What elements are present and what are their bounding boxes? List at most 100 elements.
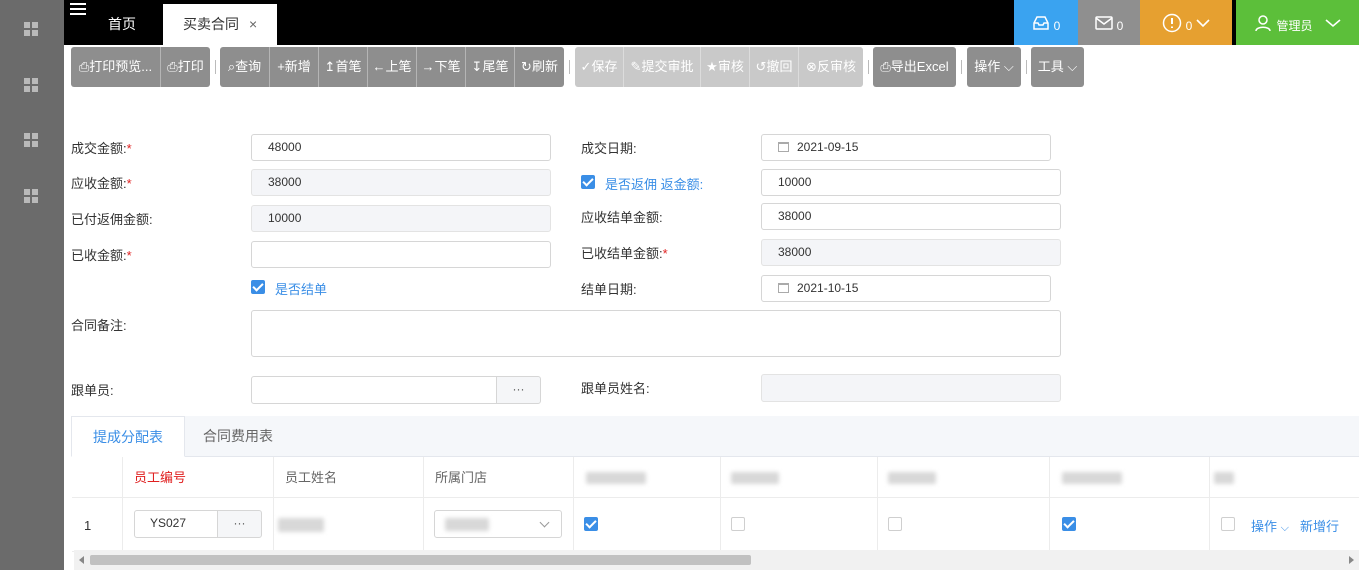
hamburger-icon[interactable] <box>70 2 88 16</box>
tools-label: 工具 <box>1037 59 1064 74</box>
settled-received-input: 38000 <box>761 239 1061 266</box>
row-flag-cell <box>878 498 1050 552</box>
tools-dropdown[interactable]: 工具 ⌵ <box>1031 47 1084 87</box>
rebate-checkbox[interactable] <box>581 175 595 189</box>
rebate-amount-input[interactable]: 10000 <box>761 169 1061 196</box>
scrollbar-thumb[interactable] <box>90 555 751 565</box>
printer-icon: ⎙ <box>880 59 891 74</box>
store-select[interactable] <box>434 510 562 538</box>
settle-date-label: 结单日期: <box>581 282 637 297</box>
submit-button[interactable]: ✎提交审批 <box>624 47 701 87</box>
refresh-button[interactable]: ↻刷新 <box>515 47 564 87</box>
col-store-header: 所属门店 <box>424 457 574 498</box>
toolbar-divider <box>868 60 869 74</box>
settle-receivable-input[interactable]: 38000 <box>761 203 1061 230</box>
check-icon: ✓ <box>580 59 592 74</box>
query-button[interactable]: ⌕查询 <box>220 47 270 87</box>
save-button[interactable]: ✓保存 <box>575 47 624 87</box>
row-operate-link[interactable]: 操作 ⌵ <box>1251 516 1289 535</box>
is-settled-checkbox[interactable] <box>251 280 265 294</box>
chevron-down-icon: ⌵ <box>1067 59 1078 74</box>
withdraw-label: 撤回 <box>766 59 793 74</box>
grid-icon[interactable] <box>24 22 40 38</box>
emp-code-input[interactable]: YS027 <box>134 510 218 538</box>
add-row-link[interactable]: 新增行 <box>1300 516 1339 535</box>
last-button[interactable]: ↧尾笔 <box>466 47 515 87</box>
follower-picker-button[interactable]: ··· <box>496 376 541 404</box>
tab-contract[interactable]: 买卖合同 × <box>163 4 277 45</box>
alert-circle-icon <box>1162 13 1181 32</box>
tab-commission[interactable]: 提成分配表 <box>71 416 185 457</box>
approve-button[interactable]: ★审核 <box>701 47 750 87</box>
mail-icon <box>1094 15 1113 30</box>
export-excel-button[interactable]: ⎙导出Excel <box>873 47 956 87</box>
operate-dropdown[interactable]: 操作 ⌵ <box>967 47 1021 87</box>
is-settled-label: 是否结单 <box>275 282 328 297</box>
receivable-input: 38000 <box>251 169 551 196</box>
scroll-right-icon[interactable] <box>1349 556 1354 564</box>
toolbar-divider <box>1026 60 1027 74</box>
alert-count: 0 <box>1185 18 1193 33</box>
unapprove-label: 反审核 <box>816 59 856 74</box>
operate-button[interactable]: 操作 ⌵ <box>967 47 1021 87</box>
unapprove-button[interactable]: ⊗反审核 <box>799 47 863 87</box>
received-label: 已收金额:* <box>71 248 132 263</box>
settle-receivable-label: 应收结单金额: <box>581 210 663 225</box>
toolbar-divider <box>961 60 962 74</box>
row-flag-cell <box>574 498 721 552</box>
follower-label: 跟单员: <box>71 383 114 398</box>
scroll-left-icon[interactable] <box>79 556 84 564</box>
col-emp-code-header: 员工编号 <box>123 457 274 498</box>
received-input[interactable] <box>251 241 551 268</box>
deal-date-input[interactable]: 2021-09-15 <box>761 134 1051 161</box>
row-emp-name-cell <box>274 498 424 552</box>
nav-group: ⌕查询 +新增 ↥首笔 ←上笔 →下笔 ↧尾笔 ↻刷新 <box>220 47 564 87</box>
tab-expenses[interactable]: 合同费用表 <box>185 416 291 457</box>
mail-button[interactable]: 0 <box>1078 0 1140 45</box>
row-checkbox[interactable] <box>888 517 902 531</box>
settled-received-label: 已收结单金额:* <box>581 246 668 261</box>
row-checkbox[interactable] <box>1062 517 1076 531</box>
alert-button[interactable]: 0 <box>1140 0 1232 45</box>
user-icon <box>1255 14 1272 31</box>
horizontal-scrollbar[interactable] <box>74 550 1359 570</box>
submit-label: 提交审批 <box>641 59 694 74</box>
remark-textarea[interactable] <box>251 310 1061 357</box>
tools-button[interactable]: 工具 ⌵ <box>1031 47 1084 87</box>
grid-icon[interactable] <box>24 78 40 94</box>
rebate-label: 是否返佣 返金额: <box>605 177 704 192</box>
query-label: 查询 <box>235 59 262 74</box>
add-button[interactable]: +新增 <box>270 47 319 87</box>
user-menu[interactable]: 管理员 <box>1236 0 1359 45</box>
inbox-button[interactable]: 0 <box>1014 0 1078 45</box>
prev-button[interactable]: ←上笔 <box>368 47 417 87</box>
tab-home[interactable]: 首页 <box>91 4 153 45</box>
user-name: 管理员 <box>1276 19 1313 33</box>
grid-icon[interactable] <box>24 133 40 149</box>
col-header <box>574 457 721 498</box>
print-button[interactable]: ⎙打印 <box>161 47 210 87</box>
row-flag-cell <box>721 498 878 552</box>
refresh-label: 刷新 <box>531 59 558 74</box>
prev-label: 上笔 <box>385 59 412 74</box>
paid-rebate-label: 已付返佣金额: <box>71 212 153 227</box>
next-button[interactable]: →下笔 <box>417 47 466 87</box>
withdraw-button[interactable]: ↺撤回 <box>750 47 799 87</box>
first-button[interactable]: ↥首笔 <box>319 47 368 87</box>
chevron-down-icon <box>1324 18 1341 27</box>
top-bar: 首页 买卖合同 × 0 0 0 管理员 <box>64 0 1359 45</box>
follower-input[interactable] <box>251 376 497 404</box>
col-index-header <box>72 457 123 498</box>
grid-icon[interactable] <box>24 189 40 205</box>
col-header <box>1210 457 1359 498</box>
deal-amount-input[interactable]: 48000 <box>251 134 551 161</box>
settle-date-input[interactable]: 2021-10-15 <box>761 275 1051 302</box>
settle-date-value: 2021-10-15 <box>797 281 859 295</box>
print-preview-button[interactable]: ⎙打印预览... <box>71 47 161 87</box>
emp-picker-button[interactable]: ··· <box>217 510 262 538</box>
close-icon[interactable]: × <box>249 4 257 45</box>
row-checkbox[interactable] <box>584 517 598 531</box>
inbox-count: 0 <box>1053 18 1061 33</box>
row-checkbox[interactable] <box>1221 517 1235 531</box>
row-checkbox[interactable] <box>731 517 745 531</box>
